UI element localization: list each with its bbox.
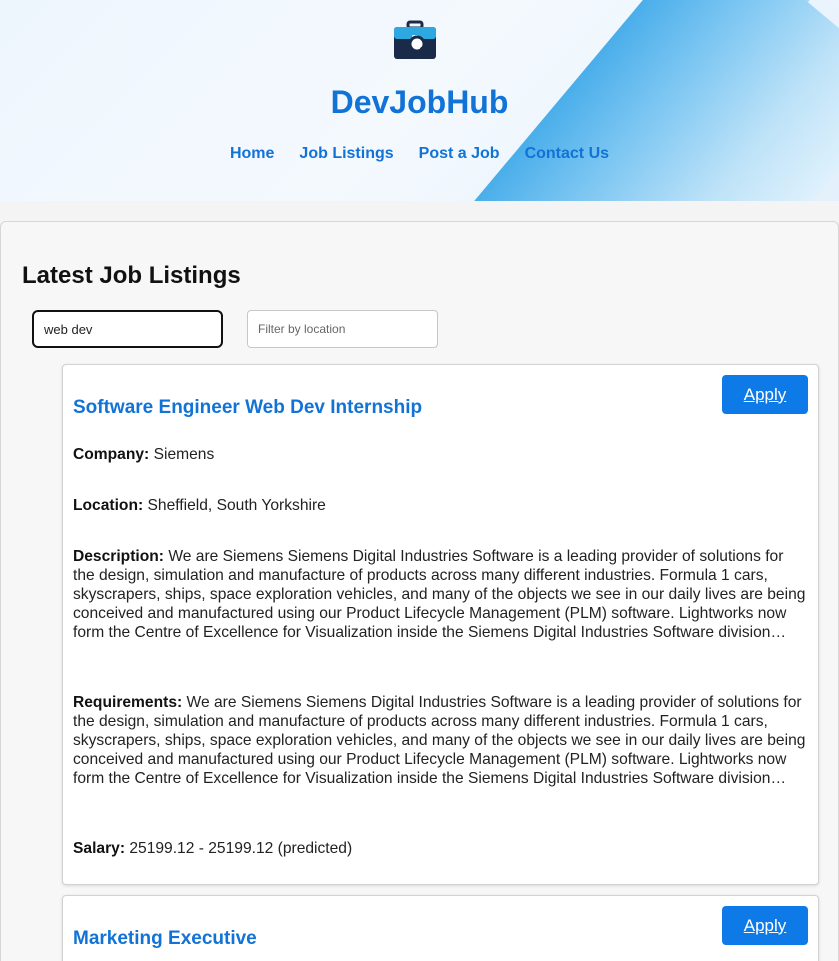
job-salary: Salary: 25199.12 - 25199.12 (predicted)	[73, 839, 808, 858]
listings-panel: Latest Job Listings Software Engineer We…	[0, 221, 839, 961]
job-description: Description: We are Siemens Siemens Digi…	[73, 547, 808, 642]
nav-post-a-job[interactable]: Post a Job	[419, 145, 500, 163]
salary-label: Salary:	[73, 840, 126, 857]
page-title: Latest Job Listings	[22, 262, 241, 289]
site-header: DevJobHub Home Job Listings Post a Job C…	[0, 0, 839, 201]
requirements-label: Requirements:	[73, 694, 183, 711]
requirements-value: We are Siemens Siemens Digital Industrie…	[73, 694, 806, 787]
location-label: Location:	[73, 497, 144, 514]
job-card: Software Engineer Web Dev Internship App…	[62, 364, 819, 885]
briefcase-search-icon[interactable]	[390, 20, 440, 62]
job-requirements: Requirements: We are Siemens Siemens Dig…	[73, 693, 808, 788]
brand-title[interactable]: DevJobHub	[0, 84, 839, 121]
nav-job-listings[interactable]: Job Listings	[299, 145, 393, 163]
location-value: Sheffield, South Yorkshire	[147, 497, 326, 514]
job-card: Marketing Executive Apply	[62, 895, 819, 961]
description-label: Description:	[73, 548, 164, 565]
job-company: Company: Siemens	[73, 445, 808, 464]
description-value: We are Siemens Siemens Digital Industrie…	[73, 548, 806, 641]
company-label: Company:	[73, 446, 150, 463]
location-filter-input[interactable]	[247, 310, 438, 348]
salary-value: 25199.12 - 25199.12 (predicted)	[129, 840, 353, 857]
apply-button[interactable]: Apply	[722, 375, 808, 414]
nav-contact-us[interactable]: Contact Us	[525, 145, 609, 163]
company-value: Siemens	[153, 446, 215, 463]
job-title[interactable]: Software Engineer Web Dev Internship	[73, 397, 422, 419]
job-location: Location: Sheffield, South Yorkshire	[73, 496, 808, 515]
main-nav: Home Job Listings Post a Job Contact Us	[0, 145, 839, 163]
search-input[interactable]	[32, 310, 223, 348]
job-title[interactable]: Marketing Executive	[73, 928, 257, 950]
nav-home[interactable]: Home	[230, 145, 274, 163]
apply-button[interactable]: Apply	[722, 906, 808, 945]
